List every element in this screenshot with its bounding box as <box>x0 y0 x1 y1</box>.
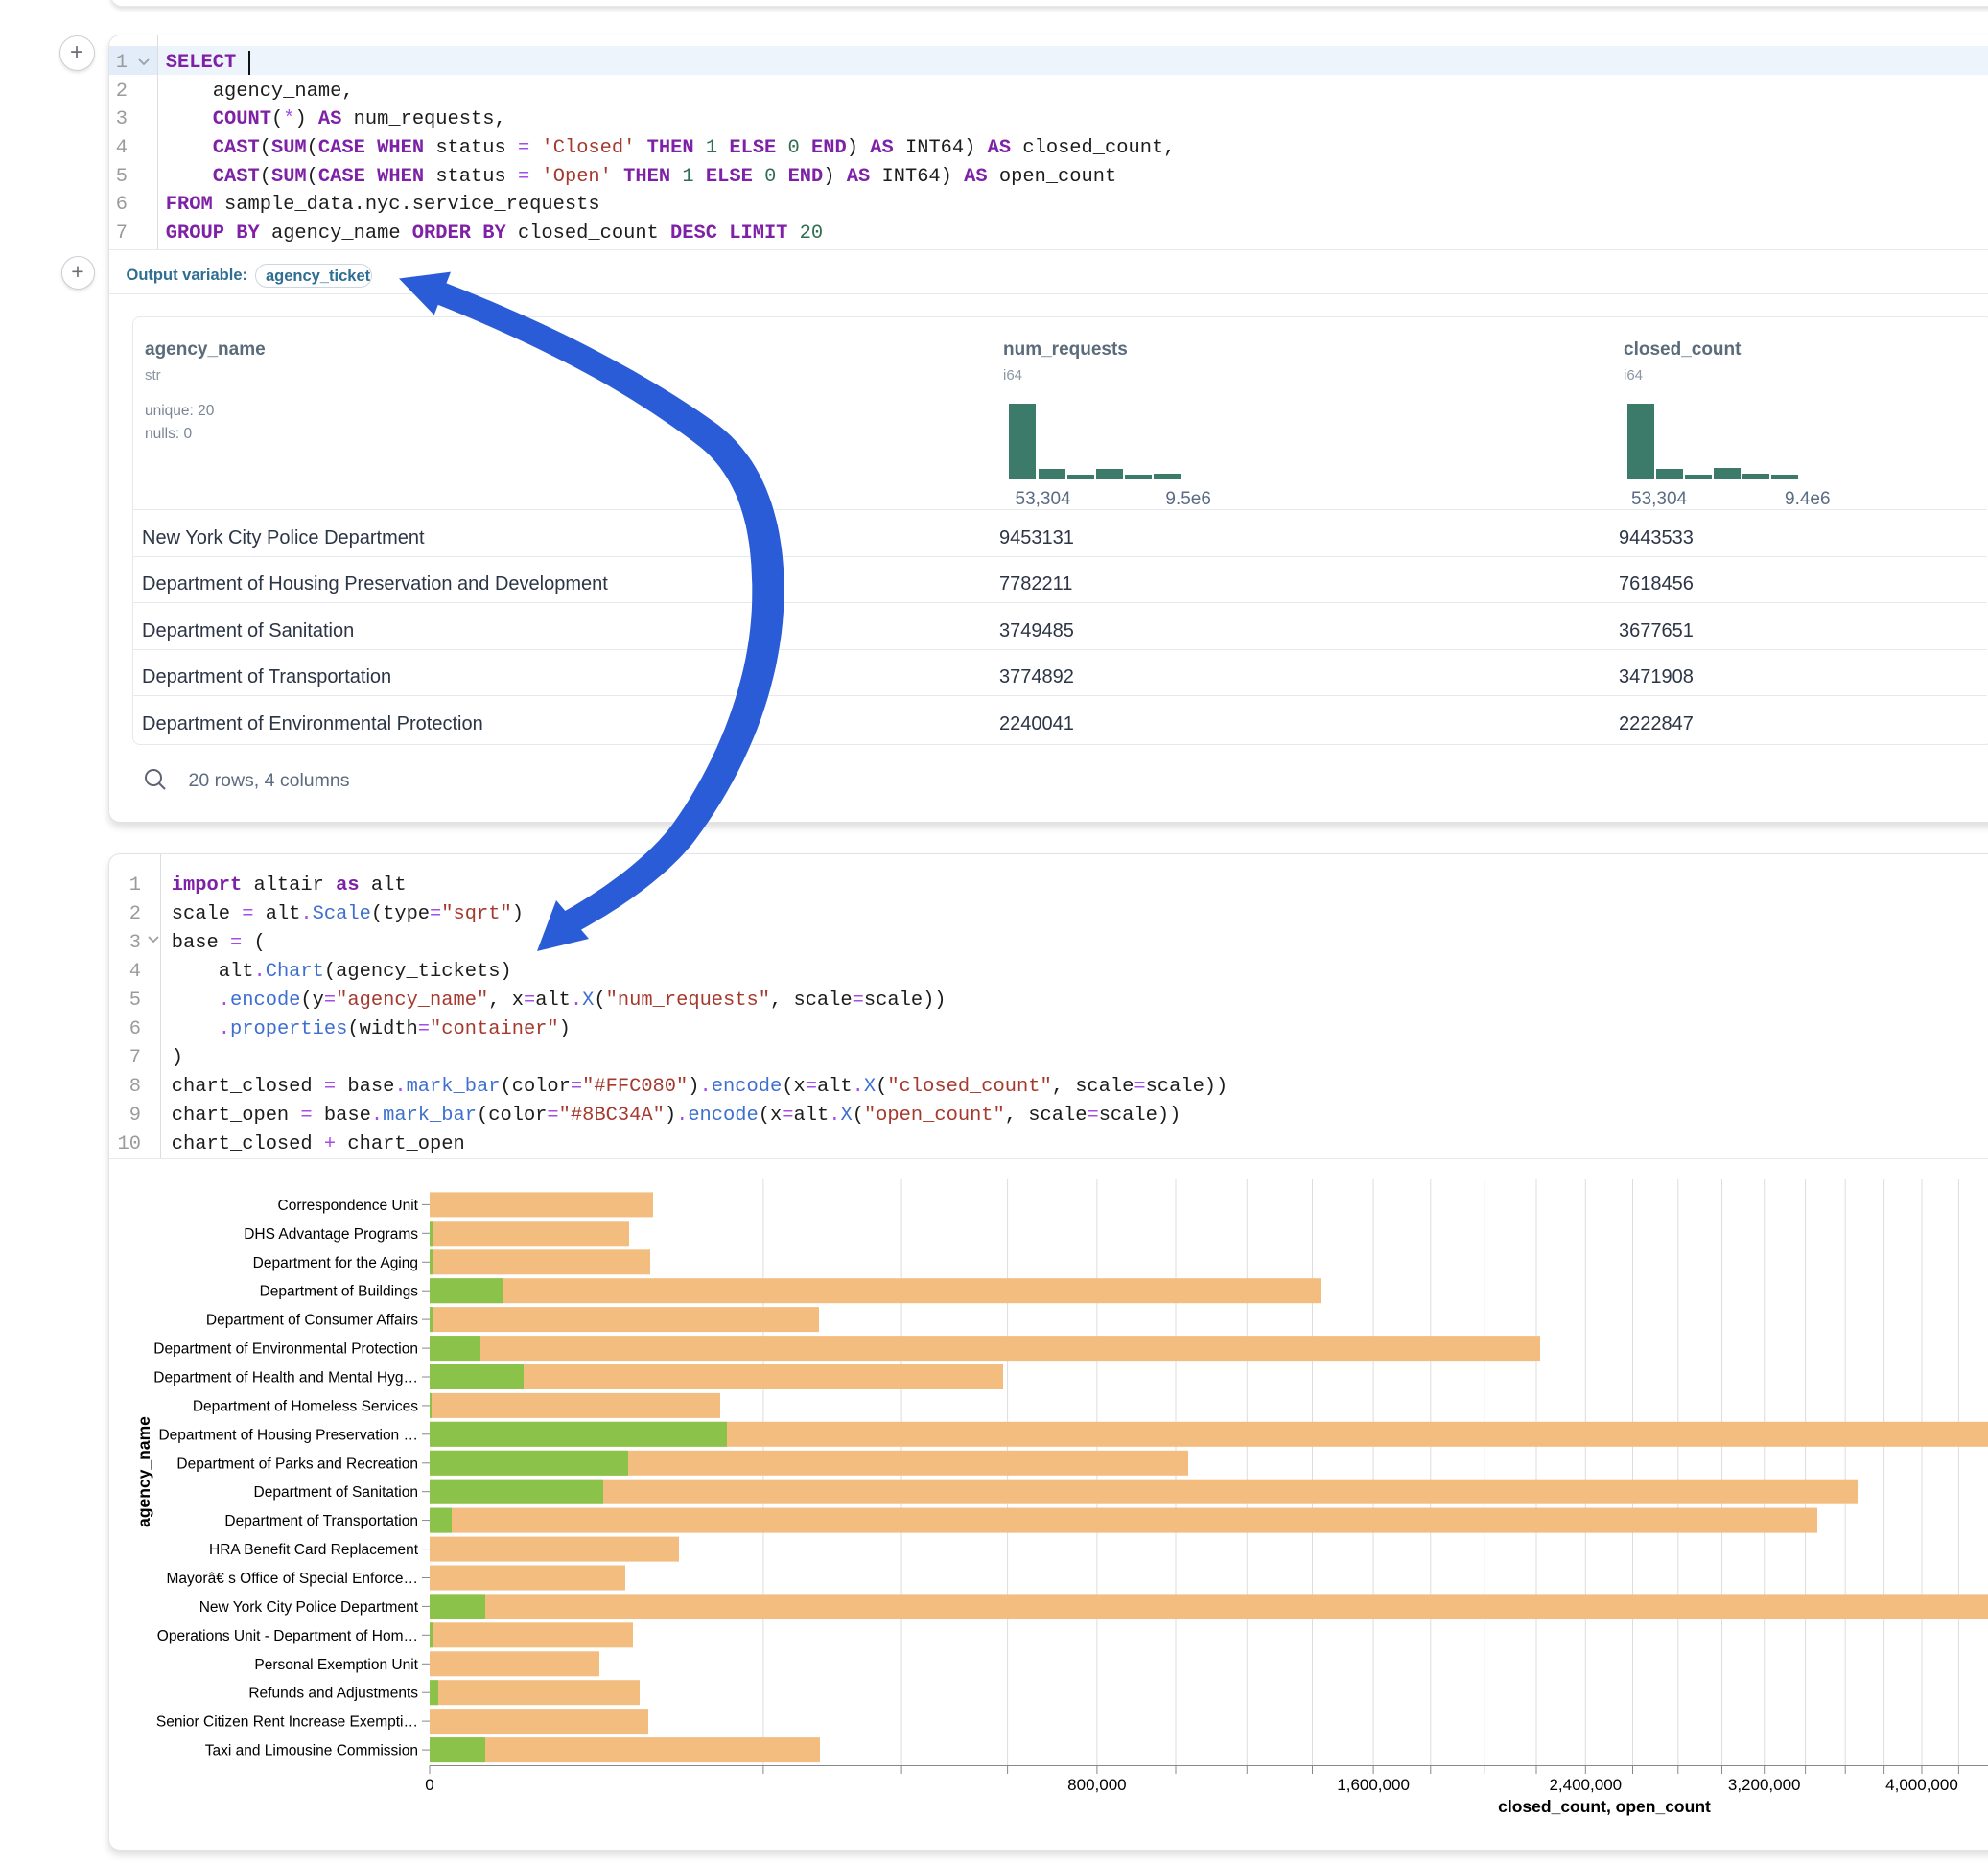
svg-text:Department of Health and Menta: Department of Health and Mental Hyg… <box>153 1370 418 1386</box>
svg-text:Department of Sanitation: Department of Sanitation <box>254 1484 418 1501</box>
svg-text:DHS Advantage Programs: DHS Advantage Programs <box>244 1226 418 1243</box>
svg-text:Department of Transportation: Department of Transportation <box>224 1513 418 1529</box>
svg-text:Mayorâ€ s Office of Special En: Mayorâ€ s Office of Special Enforce… <box>167 1571 418 1587</box>
svg-text:New York City Police Departmen: New York City Police Department <box>199 1599 419 1616</box>
svg-text:1,600,000: 1,600,000 <box>1337 1776 1410 1794</box>
svg-text:Senior Citizen Rent Increase E: Senior Citizen Rent Increase Exempti… <box>156 1714 418 1731</box>
svg-text:3,200,000: 3,200,000 <box>1728 1776 1801 1794</box>
svg-text:closed_count, open_count: closed_count, open_count <box>1498 1797 1711 1816</box>
svg-text:Department for the Aging: Department for the Aging <box>253 1255 418 1271</box>
svg-text:Department of Buildings: Department of Buildings <box>260 1284 419 1300</box>
svg-text:HRA Benefit Card Replacement: HRA Benefit Card Replacement <box>209 1542 419 1558</box>
svg-text:800,000: 800,000 <box>1067 1776 1126 1794</box>
svg-text:Department of Environmental Pr: Department of Environmental Protection <box>153 1341 418 1358</box>
svg-text:Operations Unit - Department o: Operations Unit - Department of Hom… <box>157 1628 418 1644</box>
svg-text:Taxi and Limousine Commission: Taxi and Limousine Commission <box>205 1743 418 1759</box>
svg-text:Department of Housing Preserva: Department of Housing Preservation … <box>158 1427 418 1443</box>
svg-text:Personal Exemption Unit: Personal Exemption Unit <box>254 1657 418 1673</box>
svg-text:2,400,000: 2,400,000 <box>1549 1776 1622 1794</box>
svg-text:0: 0 <box>425 1776 433 1794</box>
svg-text:4,000,000: 4,000,000 <box>1885 1776 1958 1794</box>
svg-text:Refunds and Adjustments: Refunds and Adjustments <box>248 1686 418 1702</box>
svg-text:Correspondence Unit: Correspondence Unit <box>278 1198 419 1214</box>
svg-text:Department of Homeless Service: Department of Homeless Services <box>193 1398 418 1414</box>
svg-text:Department of Parks and Recrea: Department of Parks and Recreation <box>176 1456 418 1472</box>
svg-text:Department of Consumer Affairs: Department of Consumer Affairs <box>206 1313 418 1329</box>
svg-text:agency_name: agency_name <box>134 1416 153 1527</box>
